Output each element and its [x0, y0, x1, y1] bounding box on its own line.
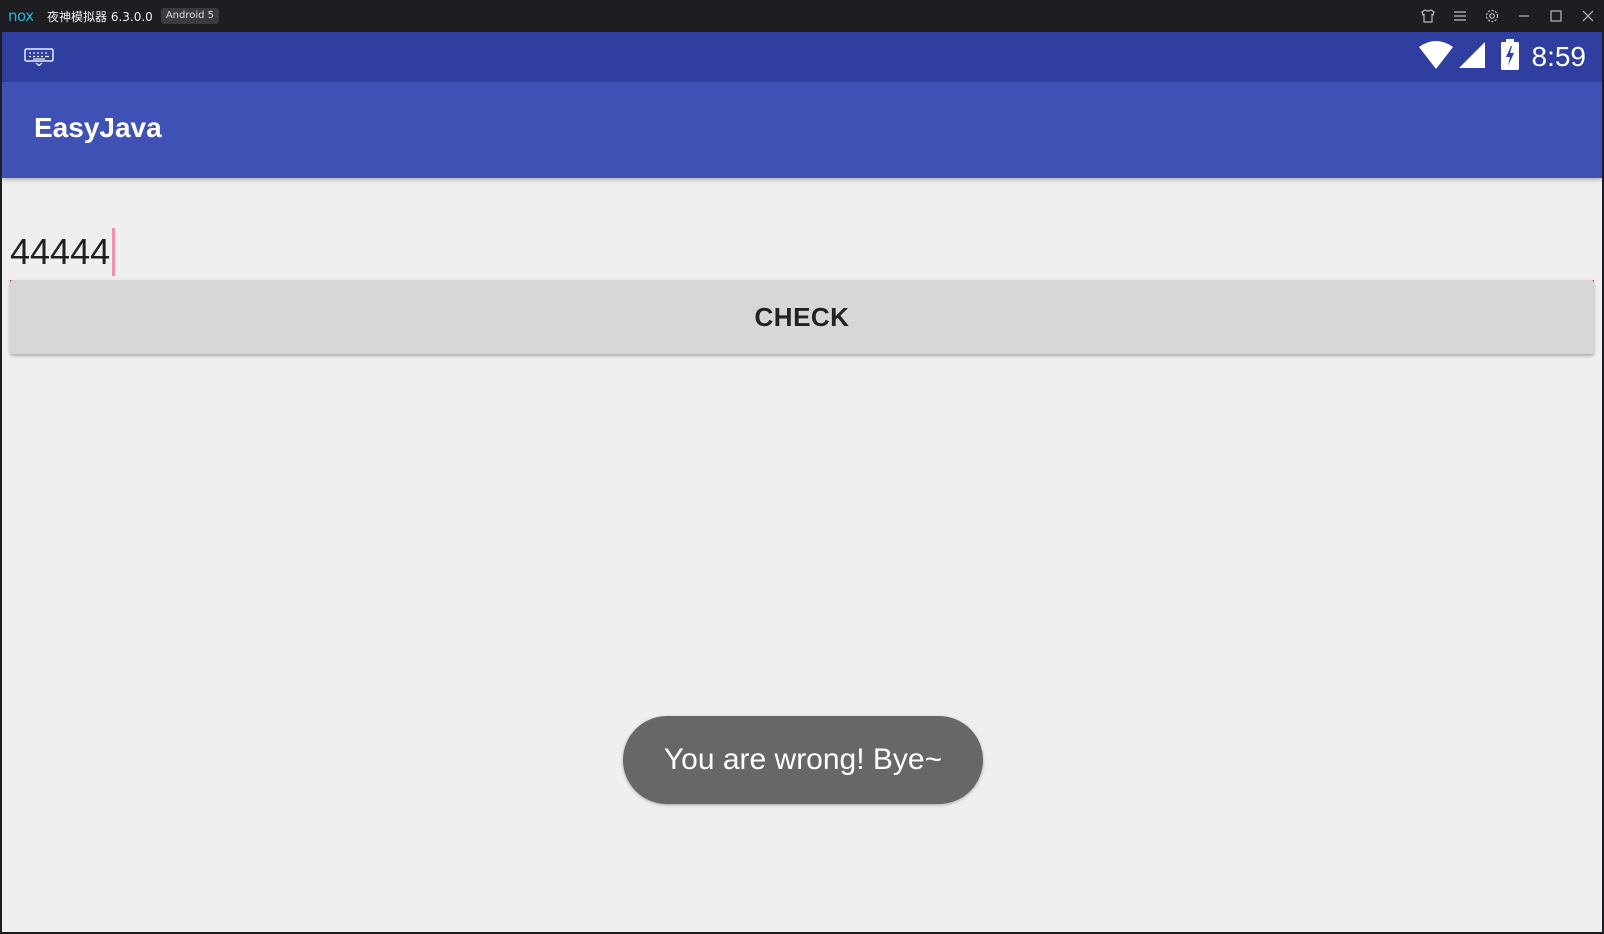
text-cursor: [112, 228, 116, 276]
device-screen: 8:59 EasyJava 44444 CHECK You are wrong!…: [2, 32, 1602, 932]
wifi-icon: [1418, 40, 1454, 74]
app-title: EasyJava: [34, 112, 162, 143]
keyboard-icon: [24, 47, 54, 71]
emulator-titlebar: nox 夜神模拟器 6.3.0.0 Android 5: [0, 0, 1604, 32]
status-icons: 8:59: [1418, 32, 1587, 82]
close-icon[interactable]: [1572, 0, 1604, 32]
emulator-app-name: 夜神模拟器 6.3.0.0: [47, 9, 153, 24]
status-time: 8:59: [1531, 41, 1587, 72]
android-statusbar: 8:59: [2, 32, 1602, 82]
android-version-badge: Android 5: [160, 8, 220, 24]
input-field[interactable]: 44444: [10, 222, 1594, 288]
app-toolbar: EasyJava: [2, 82, 1602, 178]
nox-logo: nox: [8, 7, 34, 25]
toast-message: You are wrong! Bye~: [623, 716, 983, 804]
check-button[interactable]: CHECK: [10, 280, 1594, 354]
minimize-icon[interactable]: [1508, 0, 1540, 32]
battery-charging-icon: [1500, 39, 1520, 75]
input-value: 44444: [10, 231, 111, 272]
maximize-icon[interactable]: [1540, 0, 1572, 32]
signal-icon: [1458, 41, 1486, 73]
menu-icon[interactable]: [1444, 0, 1476, 32]
window-controls: [1412, 0, 1604, 32]
settings-icon[interactable]: [1476, 0, 1508, 32]
input-text[interactable]: 44444: [10, 228, 116, 276]
skin-icon[interactable]: [1412, 0, 1444, 32]
